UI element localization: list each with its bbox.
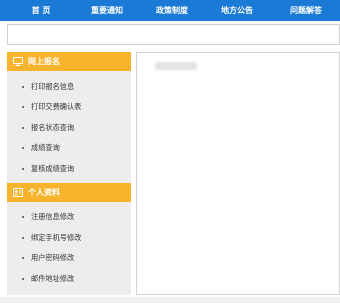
- menu-edit-email[interactable]: 邮件地址修改: [7, 270, 131, 288]
- menu-item-label: 复核成绩查询: [31, 164, 75, 173]
- main-content-panel: [136, 52, 340, 295]
- bullet-icon: [22, 86, 24, 88]
- menu-item-label: 打印交费确认表: [31, 102, 82, 111]
- bottom-bar: [0, 297, 340, 303]
- menu-item-label: 成绩查询: [31, 143, 60, 152]
- nav-local-announcements[interactable]: 地方公告: [208, 0, 266, 21]
- bullet-icon: [22, 257, 24, 259]
- bullet-icon: [22, 216, 24, 218]
- monitor-icon: [13, 57, 23, 66]
- menu-edit-password[interactable]: 用户密码修改: [7, 249, 131, 267]
- menu-print-payment-confirmation[interactable]: 打印交费确认表: [7, 98, 131, 116]
- nav-faq[interactable]: 问题解答: [275, 0, 337, 21]
- blurred-username: [155, 62, 197, 70]
- menu-item-label: 注册信息修改: [31, 212, 75, 221]
- bullet-icon: [22, 127, 24, 129]
- bullet-icon: [22, 237, 24, 239]
- menu-item-label: 邮件地址修改: [31, 274, 75, 283]
- section-title: 网上报名: [28, 57, 60, 66]
- section-header-online-registration[interactable]: 网上报名: [7, 52, 131, 71]
- bullet-icon: [22, 168, 24, 170]
- id-card-icon: [13, 188, 23, 197]
- bullet-icon: [22, 147, 24, 149]
- menu-edit-bound-phone[interactable]: 绑定手机号修改: [7, 229, 131, 247]
- menu-score-review-query[interactable]: 复核成绩查询: [7, 160, 131, 178]
- menu-item-label: 打印报名信息: [31, 82, 75, 91]
- menu-item-label: 绑定手机号修改: [31, 233, 82, 242]
- section-header-personal-info[interactable]: 个人资料: [7, 183, 131, 202]
- menu-item-label: 报名状态查询: [31, 123, 75, 132]
- bullet-icon: [22, 106, 24, 108]
- sidebar: 网上报名 打印报名信息 打印交费确认表 报名状态查询 成绩查询 复核成绩查询 个…: [7, 52, 131, 295]
- search-bar[interactable]: [7, 24, 340, 45]
- top-navigation: 首 页 重要通知 政策制度 地方公告 问题解答: [0, 0, 340, 21]
- nav-home[interactable]: 首 页: [12, 0, 70, 21]
- menu-print-registration-info[interactable]: 打印报名信息: [7, 78, 131, 96]
- bullet-icon: [22, 278, 24, 280]
- nav-important-notices[interactable]: 重要通知: [78, 0, 136, 21]
- section-title: 个人资料: [28, 188, 60, 197]
- menu-item-label: 用户密码修改: [31, 253, 75, 262]
- menu-edit-registration-info[interactable]: 注册信息修改: [7, 208, 131, 226]
- menu-score-query[interactable]: 成绩查询: [7, 139, 131, 157]
- menu-registration-status-query[interactable]: 报名状态查询: [7, 119, 131, 137]
- nav-policies[interactable]: 政策制度: [143, 0, 201, 21]
